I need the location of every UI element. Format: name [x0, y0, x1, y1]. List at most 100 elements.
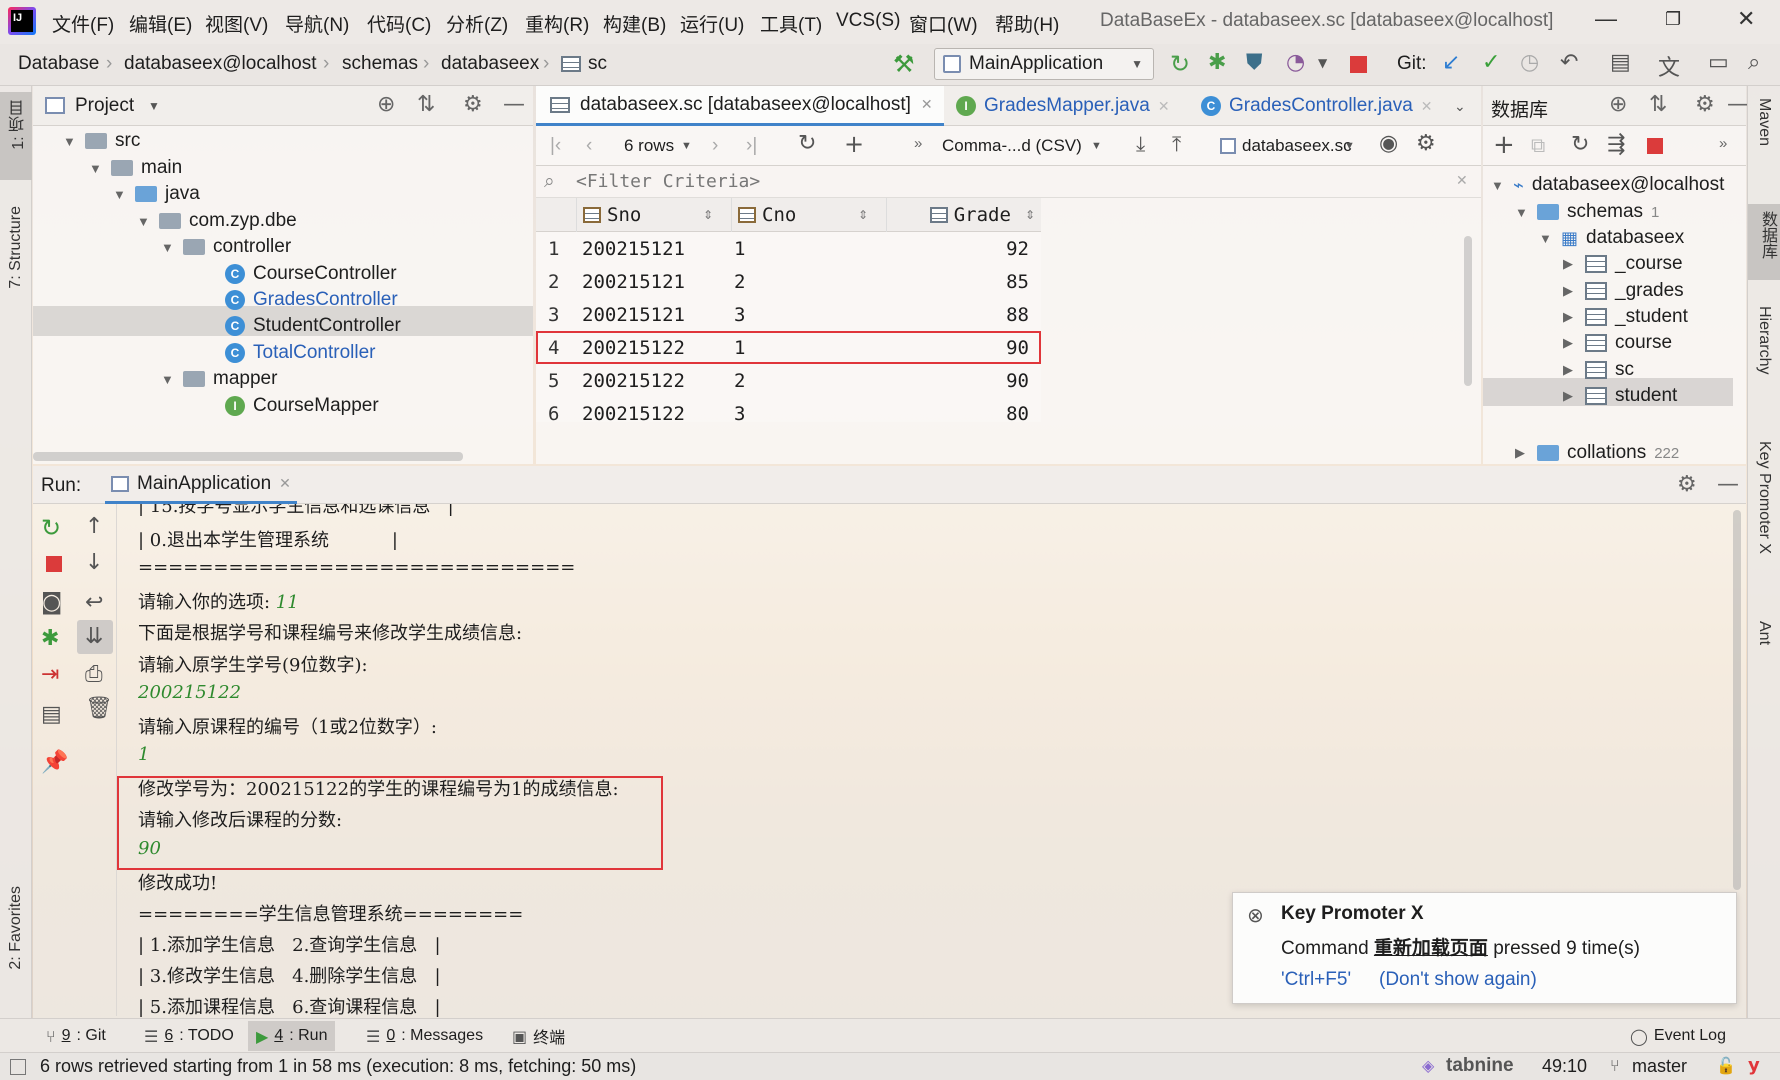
hide-panel-icon[interactable]: — — [503, 92, 525, 117]
sort-icon[interactable]: ⇕ — [858, 208, 868, 222]
maven-tool-tab[interactable]: Maven — [1755, 98, 1773, 146]
gear-icon[interactable]: ⚙ — [1677, 472, 1697, 497]
tool-tab-run[interactable]: ▶ 4: Run — [248, 1021, 336, 1051]
cell-cno[interactable]: 3 — [734, 403, 745, 425]
lock-icon[interactable]: 🔓 — [1716, 1056, 1736, 1075]
favorites-tool-tab[interactable]: 2: Favorites — [7, 886, 25, 970]
git-history-icon[interactable]: ◷ — [1520, 50, 1539, 75]
collapse-all-icon[interactable]: ⇅ — [1649, 92, 1667, 117]
app-logo[interactable]: IJ — [8, 7, 36, 35]
menu-tools[interactable]: 工具(T) — [760, 10, 822, 37]
cell-grade[interactable]: 92 — [1006, 238, 1029, 260]
table-row[interactable]: 1 200215121 1 92 — [536, 232, 1041, 265]
search-everywhere-icon[interactable]: ⌕ — [1748, 50, 1760, 75]
tree-item-table[interactable]: ▶ _grades — [1563, 280, 1684, 302]
menu-file[interactable]: 文件(F) — [52, 10, 114, 37]
more-actions-icon[interactable]: » — [914, 135, 922, 152]
print-icon[interactable]: ⎙ — [85, 662, 103, 687]
cell-cno[interactable]: 2 — [734, 370, 745, 392]
rerun-icon[interactable]: ↻ — [1170, 50, 1190, 78]
menu-navigate[interactable]: 导航(N) — [285, 10, 349, 37]
debug-bug-icon[interactable]: ✱ — [1208, 50, 1226, 75]
locate-target-icon[interactable]: ⊕ — [1609, 92, 1627, 117]
tool-tab-todo[interactable]: ☰ 6: TODO — [144, 1019, 234, 1053]
menu-refactor[interactable]: 重构(R) — [525, 10, 589, 37]
menu-vcs[interactable]: VCS(S) — [836, 10, 900, 32]
breadcrumb-datasource[interactable]: databaseex@localhost — [124, 53, 317, 75]
tree-item-collations[interactable]: ▶ collations 222 — [1515, 442, 1679, 464]
menu-code[interactable]: 代码(C) — [367, 10, 431, 37]
hide-panel-icon[interactable]: — — [1727, 92, 1749, 117]
download-icon[interactable]: ⤓ — [1136, 132, 1145, 157]
translate-icon[interactable]: 文 — [1658, 50, 1680, 82]
filter-input[interactable]: <Filter Criteria> — [576, 171, 760, 192]
datasource-select[interactable]: databaseex.sc — [1242, 136, 1352, 156]
tree-item-main[interactable]: ▼ main — [89, 157, 182, 179]
console-scrollbar[interactable] — [1733, 510, 1741, 890]
tree-item-mapper[interactable]: ▼ mapper — [161, 368, 277, 390]
prev-page-icon[interactable]: ‹ — [586, 135, 592, 157]
layout-icon[interactable]: ▤ — [41, 702, 62, 727]
add-icon[interactable]: + — [1493, 130, 1515, 160]
vertical-scrollbar[interactable] — [1464, 236, 1472, 386]
tool-tab-terminal[interactable]: ▣ 终端 — [512, 1019, 565, 1053]
chevron-down-icon[interactable]: ▼ — [1318, 56, 1327, 70]
tree-item-grades-controller[interactable]: C GradesController — [225, 289, 398, 311]
cell-cno[interactable]: 1 — [734, 337, 745, 359]
run-config-select[interactable]: MainApplication ▼ — [934, 48, 1154, 80]
close-tab-icon[interactable]: ✕ — [1421, 98, 1433, 115]
menu-analyze[interactable]: 分析(Z) — [446, 10, 508, 37]
tree-item-src[interactable]: ▼ src — [63, 130, 140, 152]
sync-schema-icon[interactable]: ⇶ — [1607, 132, 1625, 157]
tree-item-table[interactable]: ▶ student — [1563, 385, 1677, 407]
exit-icon[interactable]: ⇥ — [41, 662, 59, 687]
menu-view[interactable]: 视图(V) — [205, 10, 268, 37]
menu-run[interactable]: 运行(U) — [680, 10, 744, 37]
cell-cno[interactable]: 1 — [734, 238, 745, 260]
presentation-icon[interactable]: ▭ — [1708, 50, 1729, 75]
sort-icon[interactable]: ⇕ — [1025, 208, 1035, 222]
last-page-icon[interactable]: ›| — [746, 135, 757, 157]
rerun-icon[interactable]: ↻ — [41, 514, 61, 542]
cell-grade[interactable]: 88 — [1006, 304, 1029, 326]
table-row[interactable]: 5 200215122 2 90 — [536, 364, 1041, 397]
cell-cno[interactable]: 2 — [734, 271, 745, 293]
breadcrumb-schemas[interactable]: schemas — [342, 53, 418, 75]
tree-item-package[interactable]: ▼ com.zyp.dbe — [137, 210, 297, 232]
tab-list-chevron-icon[interactable]: ⌄ — [1454, 98, 1466, 115]
breadcrumb-schema[interactable]: databaseex — [441, 53, 539, 75]
menu-window[interactable]: 窗口(W) — [909, 10, 978, 37]
table-row-highlighted[interactable]: 4 200215122 1 90 — [536, 331, 1041, 364]
cell-sno[interactable]: 200215121 — [582, 238, 685, 260]
next-page-icon[interactable]: › — [712, 135, 718, 157]
toggle-panels-icon[interactable] — [10, 1059, 26, 1075]
tab-databaseex-sc[interactable]: databaseex.sc [databaseex@localhost] ✕ — [536, 86, 944, 126]
view-eye-icon[interactable]: ◉ — [1379, 131, 1398, 156]
tree-item-schema[interactable]: ▼ ▦ databaseex — [1539, 227, 1684, 249]
scroll-up-icon[interactable]: ↑ — [85, 514, 103, 539]
tree-item-course-mapper[interactable]: I CourseMapper — [225, 395, 379, 417]
table-row[interactable]: 3 200215121 3 88 — [536, 298, 1041, 331]
cell-grade[interactable]: 85 — [1006, 271, 1029, 293]
column-header-grade[interactable]: Grade ⇕ — [886, 198, 1041, 232]
gear-icon[interactable]: ⚙ — [1416, 131, 1436, 156]
database-tool-tab[interactable]: 数据库 — [1755, 211, 1779, 259]
close-tab-icon[interactable]: ✕ — [921, 96, 933, 113]
add-row-icon[interactable]: + — [844, 130, 864, 158]
first-page-icon[interactable]: |‹ — [550, 135, 561, 157]
row-count[interactable]: 6 rows — [624, 136, 674, 156]
tool-tab-git[interactable]: ⑂ 9: Git — [46, 1019, 106, 1053]
stop-icon[interactable] — [1350, 56, 1367, 73]
dont-show-again-link[interactable]: (Don't show again) — [1379, 969, 1537, 991]
cell-grade[interactable]: 90 — [1006, 370, 1029, 392]
coverage-shield-icon[interactable]: ⛊ — [1246, 50, 1263, 75]
close-window-icon[interactable]: ✕ — [1737, 6, 1755, 32]
menu-edit[interactable]: 编辑(E) — [129, 10, 192, 37]
clear-filter-icon[interactable]: ✕ — [1456, 172, 1468, 189]
git-branch-label[interactable]: master — [1632, 1056, 1687, 1077]
cell-sno[interactable]: 200215122 — [582, 337, 685, 359]
cursor-position[interactable]: 49:10 — [1542, 1056, 1587, 1077]
structure-tool-tab[interactable]: 7: Structure — [7, 206, 25, 289]
locate-target-icon[interactable]: ⊕ — [377, 92, 395, 117]
tree-item-table[interactable]: ▶ _course — [1563, 253, 1683, 275]
